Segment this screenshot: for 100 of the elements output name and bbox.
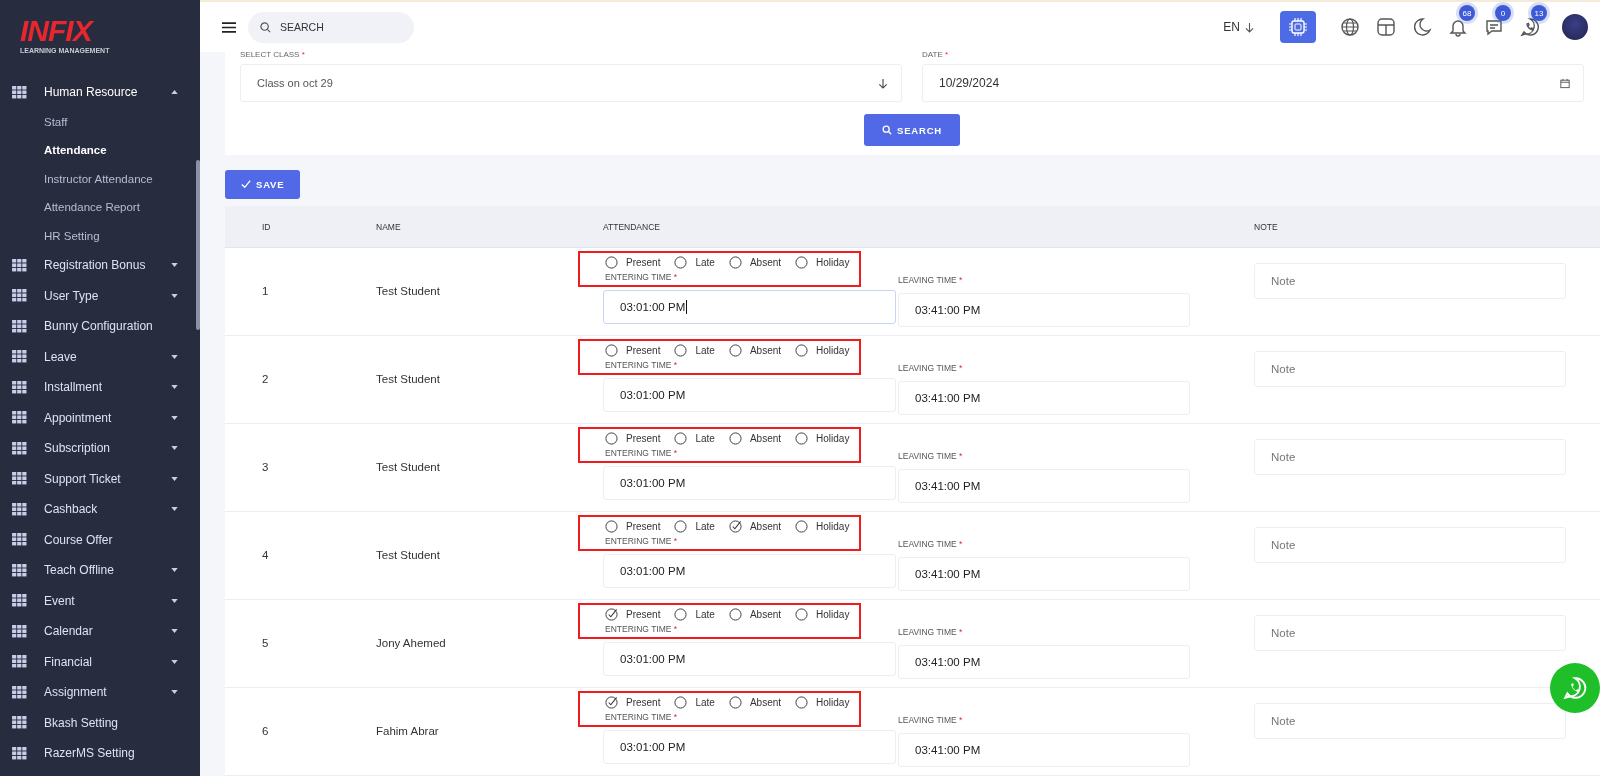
checked-radio-button[interactable] — [728, 520, 742, 533]
time-field[interactable]: 03:01:00 PM — [603, 290, 896, 324]
sidebar-item[interactable]: Registration Bonus — [0, 250, 200, 281]
note-field[interactable]: Note — [1254, 703, 1566, 739]
radio-button[interactable] — [795, 256, 809, 269]
radio-button[interactable] — [795, 432, 809, 445]
layout-icon[interactable] — [1376, 17, 1396, 37]
radio-button[interactable] — [728, 608, 742, 621]
field-label: ENTERING TIME * — [605, 712, 679, 722]
time-field[interactable]: 03:41:00 PM — [898, 733, 1190, 767]
globe-icon[interactable] — [1340, 17, 1360, 37]
grid-icon — [12, 441, 27, 455]
sidebar-item[interactable]: Bunny Configuration — [0, 311, 200, 342]
caret-down-icon — [171, 507, 178, 512]
radio-label: Present — [626, 609, 661, 620]
note-field[interactable]: Note — [1254, 527, 1566, 563]
radio-button[interactable] — [605, 432, 618, 445]
bell-icon[interactable] — [1448, 17, 1468, 37]
sidebar-item[interactable]: Human Resource — [0, 77, 200, 108]
search-button[interactable]: SEARCH — [864, 114, 960, 146]
sidebar-item[interactable]: Support Ticket — [0, 463, 200, 494]
sidebar-item[interactable]: RazerMS Setting — [0, 738, 200, 769]
checked-radio-button[interactable] — [605, 608, 618, 621]
caret-down-icon — [171, 263, 178, 268]
caret-down-icon — [171, 415, 178, 420]
radio-button[interactable] — [605, 344, 618, 357]
radio-label: Absent — [749, 609, 782, 620]
field-label: LEAVING TIME * — [898, 539, 964, 549]
sidebar-item[interactable]: Subscription — [0, 433, 200, 464]
table-cell-text: 2 — [262, 373, 270, 385]
sidebar-item[interactable]: Financial — [0, 646, 200, 677]
table-cell-text: Test Student — [376, 373, 441, 385]
radio-button[interactable] — [728, 344, 742, 357]
checked-radio-button[interactable] — [605, 696, 618, 709]
submenu-item[interactable]: Attendance Report — [0, 193, 200, 222]
scrollbar-thumb[interactable] — [196, 160, 200, 330]
radio-button[interactable] — [674, 344, 688, 357]
time-field[interactable]: 03:01:00 PM — [603, 554, 896, 588]
note-field[interactable]: Note — [1254, 439, 1566, 475]
radio-button[interactable] — [728, 256, 742, 269]
sidebar-item[interactable]: Teach Offline — [0, 555, 200, 586]
radio-label: Absent — [749, 433, 782, 444]
language-selector[interactable]: EN — [1223, 20, 1240, 34]
sidebar-item[interactable]: Leave — [0, 341, 200, 372]
time-field[interactable]: 03:41:00 PM — [898, 645, 1190, 679]
time-field[interactable]: 03:41:00 PM — [898, 381, 1190, 415]
time-field[interactable]: 03:41:00 PM — [898, 293, 1190, 327]
sidebar-item[interactable]: Appointment — [0, 402, 200, 433]
radio-button[interactable] — [674, 432, 688, 445]
time-field[interactable]: 03:01:00 PM — [603, 642, 896, 676]
radio-button[interactable] — [795, 696, 809, 709]
sidebar-item[interactable]: Event — [0, 585, 200, 616]
radio-button[interactable] — [605, 520, 618, 533]
time-field[interactable]: 03:41:00 PM — [898, 557, 1190, 591]
time-field[interactable]: 03:01:00 PM — [603, 730, 896, 764]
note-field[interactable]: Note — [1254, 351, 1566, 387]
radio-button[interactable] — [674, 608, 688, 621]
submenu-item[interactable]: Staff — [0, 107, 200, 136]
chip-icon[interactable] — [1280, 11, 1316, 43]
menu-icon[interactable] — [222, 21, 236, 33]
note-field[interactable]: Note — [1254, 263, 1566, 299]
radio-button[interactable] — [674, 696, 688, 709]
grid-icon — [12, 258, 27, 272]
submenu-item[interactable]: Instructor Attendance — [0, 164, 200, 193]
sidebar-item[interactable]: Calendar — [0, 616, 200, 647]
search-field[interactable]: SEARCH — [278, 20, 402, 34]
sidebar-item[interactable]: Assignment — [0, 677, 200, 708]
sidebar-item[interactable]: Installment — [0, 372, 200, 403]
radio-button[interactable] — [728, 696, 742, 709]
time-field[interactable]: 03:01:00 PM — [603, 466, 896, 500]
avatar[interactable] — [1562, 14, 1588, 40]
submenu-item[interactable]: HR Setting — [0, 221, 200, 250]
sidebar-item[interactable]: Cashback — [0, 494, 200, 525]
sidebar-item[interactable]: Bkash Setting — [0, 707, 200, 738]
table-cell-text: 1 — [262, 285, 270, 297]
radio-button[interactable] — [674, 520, 688, 533]
save-button[interactable]: SAVE — [225, 170, 301, 199]
sidebar-item[interactable]: User Type — [0, 280, 200, 311]
date-field[interactable]: 10/29/2024 — [922, 64, 1584, 102]
radio-button[interactable] — [728, 432, 742, 445]
chat-icon[interactable] — [1484, 17, 1504, 37]
search-bar[interactable]: SEARCH — [248, 11, 414, 43]
class-select[interactable]: Class on oct 29 — [240, 64, 902, 102]
radio-button[interactable] — [795, 608, 809, 621]
time-field[interactable]: 03:01:00 PM — [603, 378, 896, 412]
field-label: LEAVING TIME * — [898, 627, 964, 637]
radio-button[interactable] — [605, 256, 618, 269]
radio-label: Absent — [749, 345, 782, 356]
moon-icon[interactable] — [1412, 17, 1432, 37]
radio-button[interactable] — [795, 344, 809, 357]
radio-button[interactable] — [795, 520, 809, 533]
arrow-down-icon[interactable] — [1245, 21, 1254, 33]
calendar-icon — [1560, 77, 1570, 89]
caret-down-icon — [171, 629, 178, 634]
radio-button[interactable] — [674, 256, 688, 269]
submenu-item[interactable]: Attendance — [0, 136, 200, 165]
sidebar-item[interactable]: Course Offer — [0, 524, 200, 555]
note-field[interactable]: Note — [1254, 615, 1566, 651]
caret-down-icon — [171, 568, 178, 573]
time-field[interactable]: 03:41:00 PM — [898, 469, 1190, 503]
